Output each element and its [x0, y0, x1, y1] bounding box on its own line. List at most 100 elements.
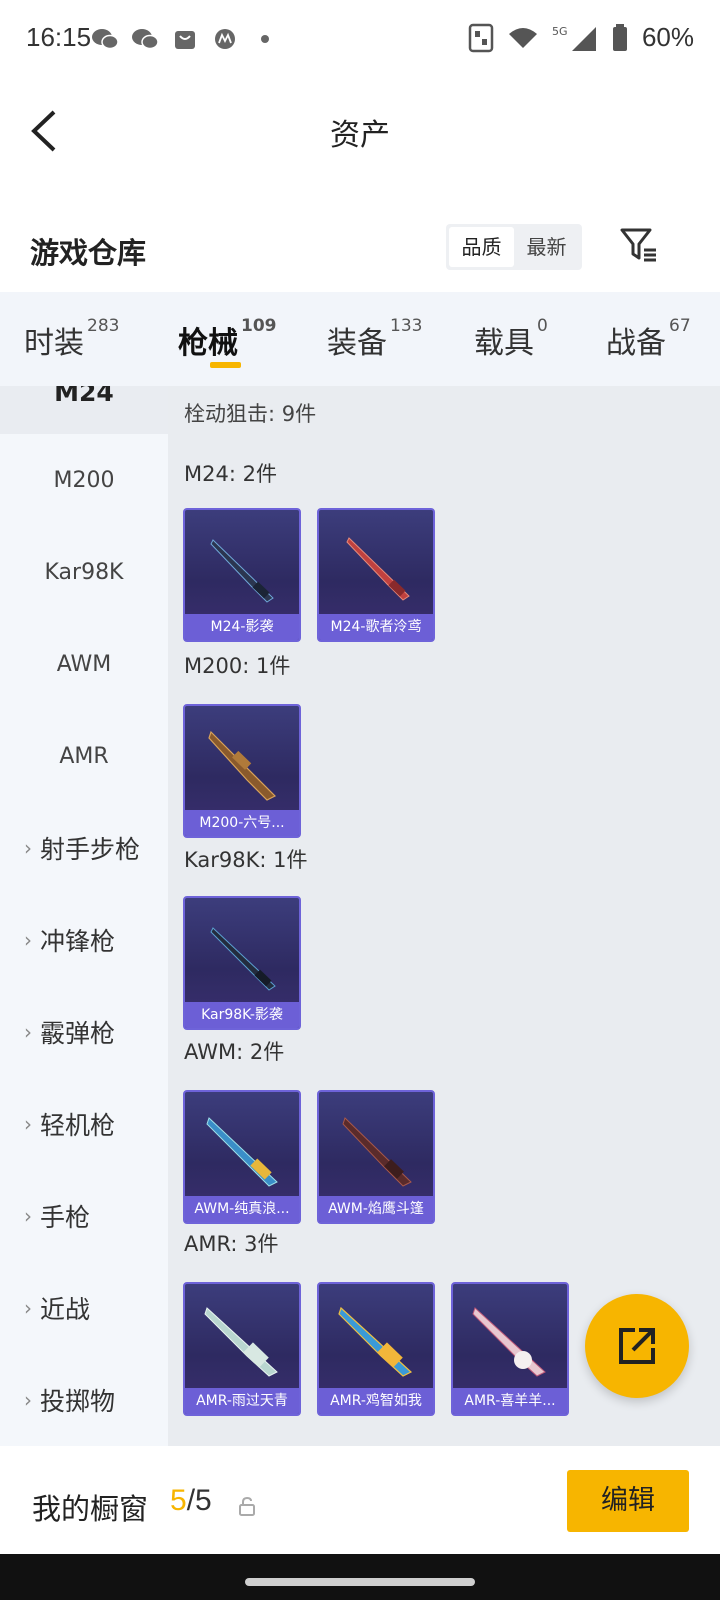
system-nav-bar	[0, 1554, 720, 1600]
sort-quality-option[interactable]: 品质	[449, 227, 514, 267]
group-label-amr: AMR: 3件	[184, 1232, 279, 1256]
section-title: 栓动狙击: 9件	[184, 402, 317, 426]
sidebar-item-amr[interactable]: AMR	[0, 710, 168, 802]
sidebar-item-label: M24	[54, 386, 114, 407]
weapon-card[interactable]: M24-影袭	[183, 508, 301, 642]
sidebar-category-shotgun[interactable]: › 霰弹枪	[0, 986, 168, 1078]
wifi-icon	[508, 27, 537, 48]
sidebar-category-label: 投掷物	[40, 1387, 116, 1416]
network-type-label: 5G	[552, 25, 568, 38]
tab-fashion[interactable]: 时装 283	[24, 316, 120, 362]
sidebar-item-awm[interactable]: AWM	[0, 618, 168, 710]
motorola-icon	[210, 24, 240, 54]
weapon-sidebar: M24 M200 Kar98K AWM AMR › 射手步枪 › 冲锋枪 › 霰弹枪 …	[0, 386, 168, 1446]
sniper-rifle-icon	[346, 537, 410, 601]
lock-icon	[239, 1496, 255, 1516]
sidebar-item-m200[interactable]: M200	[0, 434, 168, 526]
chevron-right-icon: ›	[24, 1296, 32, 1320]
sidebar-category-label: 手枪	[40, 1203, 91, 1232]
showcase-label: 我的橱窗	[32, 1492, 149, 1526]
sniper-rifle-icon	[210, 539, 274, 603]
active-tab-indicator	[210, 362, 241, 368]
sidebar-category-lmg[interactable]: › 轻机枪	[0, 1078, 168, 1170]
sidebar-item-m24[interactable]: M24	[0, 386, 168, 434]
chevron-right-icon: ›	[24, 1388, 32, 1412]
weapon-card[interactable]: AMR-喜羊羊...	[451, 1282, 569, 1416]
wechat-icon	[90, 24, 120, 54]
chevron-right-icon: ›	[24, 1020, 32, 1044]
sidebar-category-dmr[interactable]: › 射手步枪	[0, 802, 168, 894]
weapon-grid: 栓动狙击: 9件 M24: 2件 M24-影袭 M24-歌者泠鸢 M200: 1…	[168, 386, 720, 1446]
notification-icons	[90, 24, 280, 54]
sidebar-category-label: 冲锋枪	[40, 927, 116, 956]
home-gesture-handle[interactable]	[245, 1578, 475, 1586]
weapon-card[interactable]: AMR-鸡智如我	[317, 1282, 435, 1416]
sidebar-category-pistol[interactable]: › 手枪	[0, 1170, 168, 1262]
status-bar: 16:15 5G 60%	[0, 0, 720, 80]
tab-supplies[interactable]: 战备 67	[606, 316, 691, 362]
sniper-rifle-icon	[342, 1117, 412, 1187]
weapon-card[interactable]: M24-歌者泠鸢	[317, 508, 435, 642]
tab-count: 109	[241, 316, 277, 336]
warehouse-title: 游戏仓库	[30, 236, 147, 270]
chevron-right-icon: ›	[24, 1112, 32, 1136]
sidebar-item-kar98k[interactable]: Kar98K	[0, 526, 168, 618]
tab-count: 0	[537, 316, 548, 336]
weapon-card[interactable]: AWM-纯真浪...	[183, 1090, 301, 1224]
header: 资产	[0, 80, 720, 180]
weapon-card-name: AWM-焰鹰斗篷	[319, 1196, 433, 1222]
filter-icon	[620, 228, 656, 262]
status-time: 16:15	[26, 22, 92, 52]
tab-count: 283	[87, 316, 120, 336]
showcase-count: 5/5	[170, 1484, 212, 1518]
sort-toggle: 品质 最新	[446, 224, 582, 270]
sniper-rifle-icon	[206, 1117, 278, 1187]
nfc-icon	[468, 23, 494, 52]
sidebar-category-label: 轻机枪	[40, 1111, 116, 1140]
edit-button[interactable]: 编辑	[567, 1470, 689, 1532]
tab-label: 时装	[24, 326, 84, 361]
group-label-kar98k: Kar98K: 1件	[184, 848, 308, 872]
weapon-card[interactable]: Kar98K-影袭	[183, 896, 301, 1030]
tab-equipment[interactable]: 装备 133	[327, 316, 423, 362]
weapon-card-name: AMR-喜羊羊...	[453, 1388, 567, 1414]
sidebar-category-throwable[interactable]: › 投掷物	[0, 1354, 168, 1446]
chevron-right-icon: ›	[24, 1204, 32, 1228]
signal-icon: 5G	[552, 25, 596, 51]
weapon-card-name: AMR-鸡智如我	[319, 1388, 433, 1414]
weapon-card-name: M200-六号...	[185, 810, 299, 836]
sidebar-category-label: 霰弹枪	[40, 1019, 116, 1048]
share-button[interactable]	[585, 1294, 689, 1398]
weapon-card-name: M24-歌者泠鸢	[319, 614, 433, 640]
weapon-card[interactable]: M200-六号...	[183, 704, 301, 838]
tab-firearms[interactable]: 枪械 109	[178, 316, 277, 362]
chevron-right-icon: ›	[24, 928, 32, 952]
weapon-card-name: AWM-纯真浪...	[185, 1196, 299, 1222]
sidebar-category-label: 射手步枪	[40, 835, 141, 864]
system-icons: 5G 60%	[468, 22, 694, 53]
weapon-card-name: Kar98K-影袭	[185, 1002, 299, 1028]
warehouse-row: 游戏仓库 品质 最新	[0, 196, 720, 292]
sniper-rifle-icon	[210, 927, 276, 991]
page-title: 资产	[330, 118, 390, 153]
battery-icon	[612, 23, 627, 51]
tab-label: 载具	[474, 326, 534, 361]
sidebar-category-smg[interactable]: › 冲锋枪	[0, 894, 168, 986]
weapon-card[interactable]: AMR-雨过天青	[183, 1282, 301, 1416]
dot-icon	[250, 24, 280, 54]
weapon-card-name: M24-影袭	[185, 614, 299, 640]
showcase-count-current: 5	[170, 1484, 187, 1517]
group-label-m24: M24: 2件	[184, 462, 277, 486]
tab-vehicles[interactable]: 载具 0	[474, 316, 548, 362]
battery-percent: 60%	[641, 22, 694, 52]
weapon-card[interactable]: AWM-焰鹰斗篷	[317, 1090, 435, 1224]
sidebar-category-melee[interactable]: › 近战	[0, 1262, 168, 1354]
wechat-icon	[130, 24, 160, 54]
tab-count: 133	[390, 316, 423, 336]
tab-label: 装备	[327, 326, 387, 361]
sniper-rifle-icon	[338, 1306, 413, 1377]
showcase-count-total: /5	[186, 1484, 212, 1517]
sniper-rifle-icon	[208, 730, 277, 801]
filter-button[interactable]	[618, 224, 660, 266]
sort-newest-option[interactable]: 最新	[514, 227, 579, 267]
